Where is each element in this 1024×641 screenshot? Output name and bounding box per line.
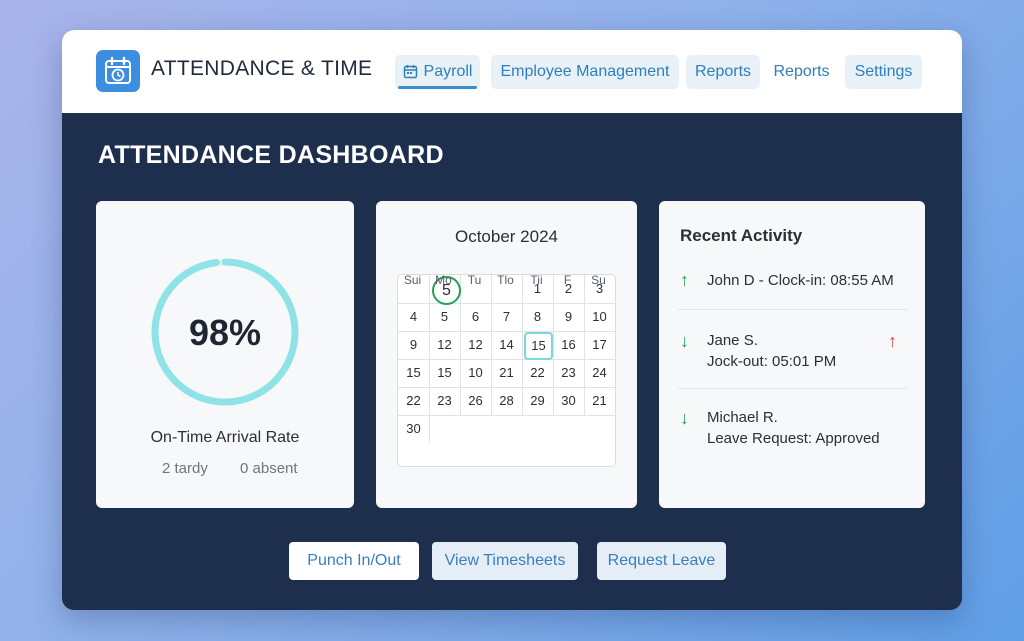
app-title: ATTENDANCE & TIME xyxy=(151,57,373,80)
activity-name: Michael R. xyxy=(707,409,778,426)
tab-settings[interactable]: Settings xyxy=(845,55,922,89)
on-time-rate-value: 98% xyxy=(188,312,262,353)
request-leave-button[interactable]: Request Leave xyxy=(597,542,726,580)
page-title: ATTENDANCE DASHBOARD xyxy=(98,141,444,169)
calendar-day[interactable]: 4 xyxy=(398,303,429,331)
calendar-month-title: October 2024 xyxy=(454,227,558,246)
calendar-day[interactable]: 26 xyxy=(460,387,491,415)
calendar-grid: 5 1 2 3 4 5 6 7 8 9 10 9 12 12 14 15 16 17 15 15 10 21 22 23 24 2… xyxy=(397,274,616,467)
divider xyxy=(678,388,907,389)
calendar-day[interactable]: 9 xyxy=(398,331,429,359)
activity-item: ↑ John D - Clock-in: 08:55 AM xyxy=(680,267,908,297)
activity-item: ↓ Jane S. Jock-out: 05:01 PM ↑ xyxy=(680,327,908,373)
activity-item: ↓ Michael R. Leave Request: Approved xyxy=(680,404,908,450)
calendar-day[interactable]: 21 xyxy=(584,387,615,415)
weekday-label: Mo xyxy=(435,273,452,287)
calendar-day[interactable]: 10 xyxy=(460,359,491,387)
calendar-day[interactable]: 17 xyxy=(584,331,615,359)
tab-payroll[interactable]: Payroll xyxy=(395,55,480,89)
weekday-label: Su xyxy=(591,273,606,287)
calendar-day[interactable]: 23 xyxy=(553,359,584,387)
tab-reports[interactable]: Reports xyxy=(686,55,760,89)
arrow-up-icon: ↑ xyxy=(680,270,689,290)
app-window: ATTENDANCE & TIME Payroll Employee Manag… xyxy=(62,30,962,610)
on-time-rate-card: 98% On-Time Arrival Rate 2 tardy 0 absen… xyxy=(96,201,354,508)
calendar-day[interactable]: 15 xyxy=(398,359,429,387)
calendar-day[interactable]: 10 xyxy=(584,303,615,331)
calendar-day[interactable]: 5 xyxy=(429,303,460,331)
calendar-day-selected[interactable]: 15 xyxy=(524,332,553,360)
calendar-card: October 2024 5 1 2 3 4 5 6 7 8 9 10 9 12 12 14 15 16 17 15… xyxy=(376,201,637,508)
activity-text: John D - Clock-in: 08:55 AM xyxy=(707,272,894,289)
calendar-day[interactable]: 24 xyxy=(584,359,615,387)
calendar-day[interactable]: 22 xyxy=(522,359,553,387)
calendar-day[interactable]: 8 xyxy=(522,303,553,331)
arrow-down-icon: ↓ xyxy=(680,331,689,351)
tab-payroll-label: Payroll xyxy=(423,63,473,80)
calendar-day[interactable]: 16 xyxy=(553,331,584,359)
progress-ring: 98% xyxy=(149,256,301,408)
calendar-icon xyxy=(403,58,418,92)
weekday-label: F xyxy=(563,273,572,287)
calendar-day[interactable]: 7 xyxy=(491,303,522,331)
calendar-day[interactable]: 30 xyxy=(553,387,584,415)
top-bar: ATTENDANCE & TIME Payroll Employee Manag… xyxy=(62,30,962,113)
activity-name: Jane S. xyxy=(707,332,758,349)
weekday-label: Tlo xyxy=(497,273,514,287)
absent-count: 0 absent xyxy=(240,460,298,477)
on-time-rate-label: On-Time Arrival Rate xyxy=(150,429,300,446)
calendar-day[interactable]: 6 xyxy=(460,303,491,331)
activity-text: Leave Request: Approved xyxy=(707,430,880,447)
view-timesheets-button[interactable]: View Timesheets xyxy=(432,542,578,580)
calendar-clock-icon xyxy=(96,50,140,92)
calendar-day[interactable]: 23 xyxy=(429,387,460,415)
weekday-label: Tu xyxy=(467,273,482,287)
calendar-day[interactable]: 21 xyxy=(491,359,522,387)
recent-activity-title: Recent Activity xyxy=(680,226,803,245)
calendar-day[interactable]: 29 xyxy=(522,387,553,415)
activity-text: Jock-out: 05:01 PM xyxy=(707,353,837,370)
calendar-day[interactable]: 12 xyxy=(429,331,460,359)
weekday-label: Sui xyxy=(403,273,422,287)
calendar-day[interactable]: 28 xyxy=(491,387,522,415)
tab-reports-2[interactable]: Reports xyxy=(767,55,836,89)
arrow-down-icon: ↓ xyxy=(680,408,689,428)
tab-employee-management[interactable]: Employee Management xyxy=(491,55,679,89)
calendar-day[interactable]: 22 xyxy=(398,387,429,415)
grid-line xyxy=(398,415,615,416)
calendar-day[interactable]: 30 xyxy=(398,415,429,443)
weekday-label: Tii xyxy=(530,273,543,287)
calendar-day[interactable]: 15 xyxy=(429,359,460,387)
punch-in-out-button[interactable]: Punch In/Out xyxy=(289,542,419,580)
calendar-day[interactable]: 14 xyxy=(491,331,522,359)
arrow-up-icon: ↑ xyxy=(888,331,897,351)
calendar-day[interactable]: 9 xyxy=(553,303,584,331)
divider xyxy=(678,309,907,310)
calendar-day[interactable]: 12 xyxy=(460,331,491,359)
tardy-count: 2 tardy xyxy=(162,460,208,477)
recent-activity-card: Recent Activity ↑ John D - Clock-in: 08:… xyxy=(659,201,925,508)
